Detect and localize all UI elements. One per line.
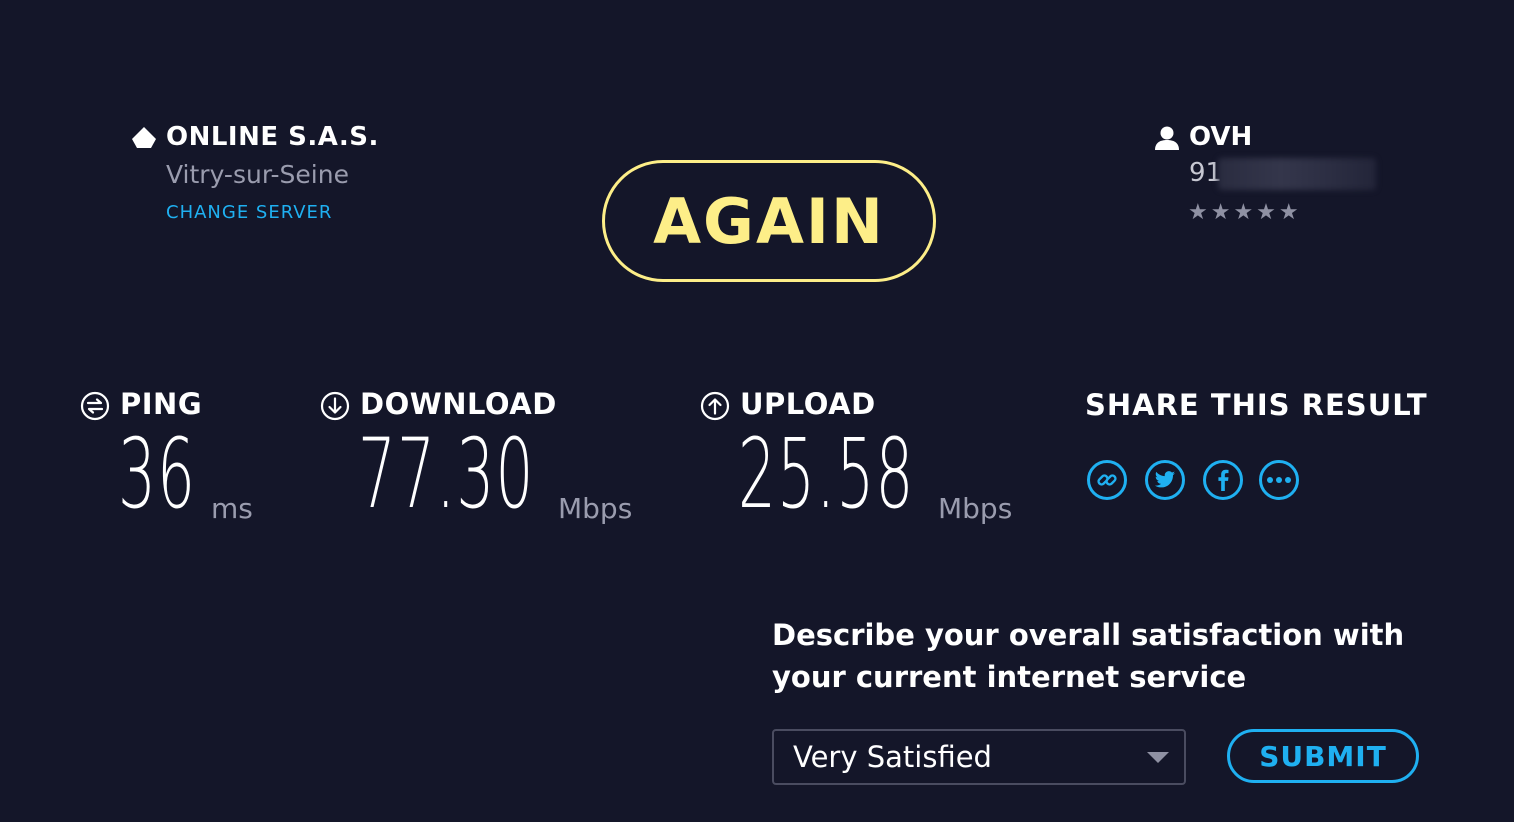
ping-icon [80, 391, 110, 421]
server-icon [132, 127, 156, 148]
more-icon [1267, 477, 1291, 483]
download-unit: Mbps [558, 492, 633, 525]
isp-rating-stars[interactable]: ★★★★★ [1188, 200, 1302, 225]
upload-value: 25.58 [738, 418, 915, 530]
share-twitter-button[interactable] [1145, 460, 1185, 500]
share-link-button[interactable] [1087, 460, 1127, 500]
share-title: SHARE THIS RESULT [1085, 388, 1428, 422]
server-name: ONLINE S.A.S. [166, 122, 379, 152]
upload-label: UPLOAD [740, 387, 876, 421]
change-server-link[interactable]: CHANGE SERVER [166, 202, 332, 223]
chevron-down-icon [1147, 752, 1169, 763]
twitter-icon [1154, 471, 1176, 488]
submit-button[interactable]: SUBMIT [1227, 729, 1419, 783]
satisfaction-selected-value: Very Satisfied [793, 740, 992, 774]
ping-label: PING [120, 387, 203, 421]
ping-unit: ms [211, 492, 253, 525]
share-facebook-button[interactable] [1203, 460, 1243, 500]
isp-name: OVH [1189, 122, 1253, 152]
server-city: Vitry-sur-Seine [166, 160, 349, 189]
download-label: DOWNLOAD [360, 387, 557, 421]
upload-icon [700, 391, 730, 421]
share-more-button[interactable] [1259, 460, 1299, 500]
upload-unit: Mbps [938, 492, 1013, 525]
ping-value: 36 [118, 418, 197, 530]
ip-redaction-blur [1218, 158, 1376, 190]
download-value: 77.30 [358, 418, 535, 530]
download-icon [320, 391, 350, 421]
survey-question: Describe your overall satisfaction with … [772, 618, 1405, 694]
facebook-icon [1218, 469, 1229, 491]
user-icon [1155, 126, 1179, 150]
again-button[interactable]: AGAIN [602, 160, 936, 282]
link-icon [1097, 474, 1117, 486]
satisfaction-dropdown[interactable]: Very Satisfied [772, 729, 1186, 785]
